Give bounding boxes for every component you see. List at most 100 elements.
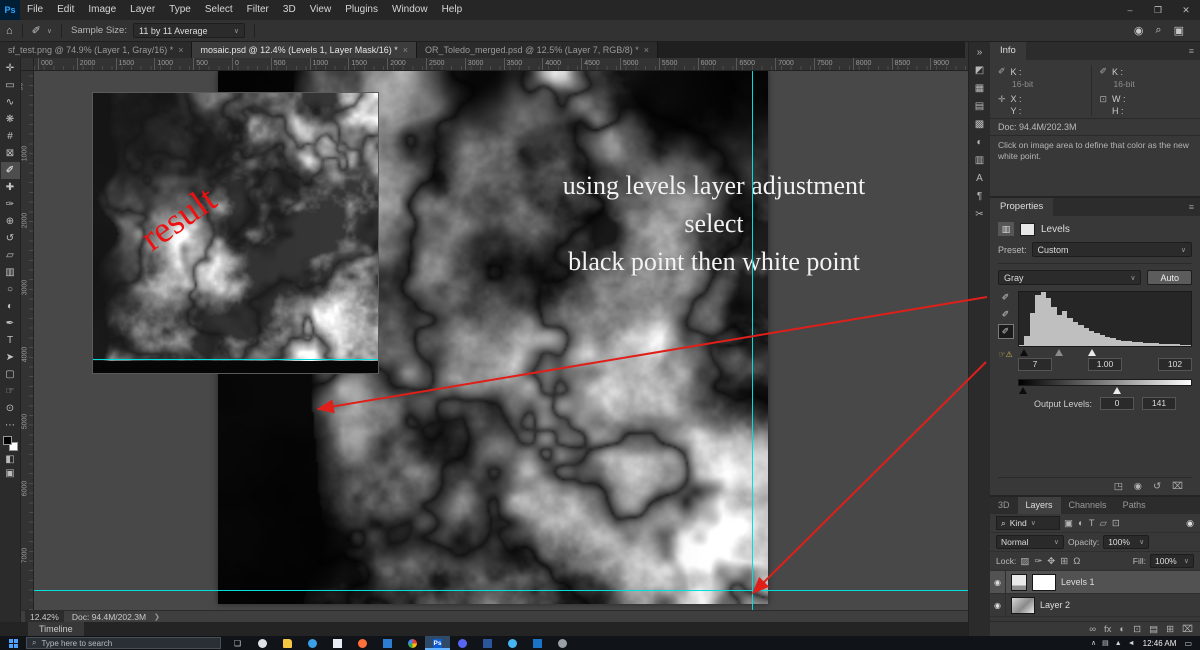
clone-source-panel-icon[interactable]: ✂ <box>975 209 983 220</box>
tab-close-icon[interactable]: × <box>644 45 649 55</box>
zoom-tool[interactable]: ⊙ <box>1 400 20 417</box>
white-point-eyedropper[interactable]: ✐ <box>997 324 1014 339</box>
reset-icon[interactable]: ↺ <box>1153 481 1161 492</box>
edit-toolbar-icon[interactable]: ⋯ <box>1 420 20 431</box>
start-button[interactable] <box>0 636 26 650</box>
app-icon-3[interactable] <box>325 636 350 650</box>
share-icon[interactable]: ◉ <box>1134 24 1144 37</box>
layer-mask-icon[interactable]: ⊡ <box>1133 624 1141 635</box>
quick-selection-tool[interactable]: ❋ <box>1 111 20 128</box>
menu-view[interactable]: View <box>303 4 339 15</box>
input-white-value[interactable]: 102 <box>1158 358 1192 371</box>
app-icon-2[interactable] <box>300 636 325 650</box>
screen-mode-icon[interactable]: ▣ <box>1 468 20 479</box>
brush-tool[interactable]: ✑ <box>1 196 20 213</box>
libraries-panel-icon[interactable]: ▥ <box>975 155 984 166</box>
tray-volume-icon[interactable]: ◄ <box>1128 640 1135 647</box>
app-icon-8[interactable] <box>525 636 550 650</box>
photoshop-icon[interactable]: Ps <box>425 636 450 650</box>
input-black-value[interactable]: 7 <box>1018 358 1052 371</box>
blend-mode-select[interactable]: Normal ∨ <box>996 535 1064 549</box>
chevron-down-icon[interactable]: ∨ <box>47 27 52 35</box>
color-swatches[interactable] <box>2 436 18 451</box>
lock-transparency-icon[interactable]: ▨ <box>1020 556 1029 567</box>
tray-network-icon[interactable]: ▲ <box>1115 640 1122 647</box>
tab-close-icon[interactable]: × <box>403 45 408 55</box>
bit-depth-label[interactable]: 16-bit <box>1012 79 1091 89</box>
firefox-icon[interactable] <box>350 636 375 650</box>
shape-tool[interactable]: ▢ <box>1 366 20 383</box>
document-tab[interactable]: mosaic.psd @ 12.4% (Levels 1, Layer Mask… <box>192 42 417 58</box>
vertical-guide[interactable] <box>752 71 753 610</box>
menu-window[interactable]: Window <box>385 4 435 15</box>
visibility-icon[interactable]: ◉ <box>1134 481 1142 492</box>
healing-brush-tool[interactable]: ✚ <box>1 179 20 196</box>
frame-tool[interactable]: ⊠ <box>1 145 20 162</box>
gradient-tool[interactable]: ▥ <box>1 264 20 281</box>
preset-select[interactable]: Custom ∨ <box>1031 242 1192 257</box>
layer-mask-thumbnail[interactable] <box>1032 573 1056 591</box>
menu-layer[interactable]: Layer <box>123 4 162 15</box>
workspace-icon[interactable]: ▣ <box>1174 24 1184 37</box>
app-icon-5[interactable] <box>450 636 475 650</box>
adjustment-thumbnail[interactable] <box>1011 573 1027 591</box>
layer-name[interactable]: Layer 2 <box>1040 600 1070 610</box>
visibility-eye-icon[interactable]: ◉ <box>990 571 1006 593</box>
layer-row-layer-2[interactable]: ◉ Layer 2 <box>990 594 1200 617</box>
color-panel-icon[interactable]: ◩ <box>975 65 984 76</box>
menu-image[interactable]: Image <box>81 4 123 15</box>
horizontal-guide[interactable] <box>34 590 968 591</box>
move-tool[interactable]: ✛ <box>1 60 20 77</box>
layer-group-icon[interactable]: ▤ <box>1149 624 1158 635</box>
chrome-icon[interactable] <box>400 636 425 650</box>
notification-center-icon[interactable]: ▭ <box>1184 639 1192 648</box>
path-select-tool[interactable]: ➤ <box>1 349 20 366</box>
document-tab[interactable]: sf_test.png @ 74.9% (Layer 1, Gray/16) *… <box>0 42 193 58</box>
black-point-eyedropper[interactable]: ✐ <box>999 291 1013 304</box>
delete-layer-icon[interactable]: ⌧ <box>1182 624 1193 635</box>
pen-tool[interactable]: ✒ <box>1 315 20 332</box>
type-tool[interactable]: T <box>1 332 20 349</box>
pixel-layer-filter-icon[interactable]: ▣ <box>1064 518 1073 529</box>
layer-effects-icon[interactable]: fx <box>1104 624 1111 635</box>
input-gamma-slider[interactable] <box>1055 349 1064 356</box>
layer-thumbnail[interactable] <box>1011 596 1035 614</box>
tab-info[interactable]: Info <box>990 42 1026 60</box>
sample-size-select[interactable]: 11 by 11 Average ∨ <box>132 23 245 38</box>
character-panel-icon[interactable]: A <box>976 173 983 184</box>
blur-tool[interactable]: ○ <box>1 281 20 298</box>
opacity-select[interactable]: 100% ∨ <box>1103 535 1150 549</box>
input-white-slider[interactable] <box>1088 349 1097 356</box>
auto-button[interactable]: Auto <box>1147 270 1192 285</box>
adjustments-panel-icon[interactable]: ◐ <box>976 137 982 148</box>
horizontal-ruler[interactable]: 000 2000 1500 1000 500 0 500 1000 1500 2000 2500 30… <box>34 58 968 71</box>
menu-edit[interactable]: Edit <box>50 4 81 15</box>
adjustment-layer-filter-icon[interactable]: ◐ <box>1078 518 1084 529</box>
minimize-button[interactable]: – <box>1116 0 1144 20</box>
lock-pixels-icon[interactable]: ✑ <box>1034 556 1042 567</box>
tab-properties[interactable]: Properties <box>990 198 1054 216</box>
menu-help[interactable]: Help <box>435 4 470 15</box>
lock-artboard-icon[interactable]: ⊞ <box>1060 556 1068 567</box>
swatches-panel-icon[interactable]: ▦ <box>975 83 984 94</box>
input-levels-slider[interactable] <box>1018 348 1192 357</box>
panel-tab-3d[interactable]: 3D <box>990 497 1018 514</box>
lock-position-icon[interactable]: ✥ <box>1047 556 1055 567</box>
menu-select[interactable]: Select <box>198 4 240 15</box>
panel-tab-channels[interactable]: Channels <box>1061 497 1115 514</box>
new-layer-icon[interactable]: ⊞ <box>1166 624 1174 635</box>
type-layer-filter-icon[interactable]: T <box>1089 518 1095 529</box>
clone-stamp-tool[interactable]: ⊕ <box>1 213 20 230</box>
channel-select[interactable]: Gray ∨ <box>998 270 1142 285</box>
menu-type[interactable]: Type <box>162 4 198 15</box>
task-view-button[interactable]: ❏ <box>225 636 250 650</box>
collapse-panels-icon[interactable]: » <box>977 47 983 58</box>
tray-chevron-icon[interactable]: ∧ <box>1091 639 1096 647</box>
taskbar-search[interactable]: ⌕ Type here to search <box>26 637 221 649</box>
shape-layer-filter-icon[interactable]: ▱ <box>1100 518 1107 529</box>
mask-thumbnail-icon[interactable] <box>1020 222 1035 236</box>
menu-file[interactable]: File <box>20 4 50 15</box>
layer-name[interactable]: Levels 1 <box>1061 577 1095 587</box>
inset-guide-line[interactable] <box>93 359 378 360</box>
panel-menu-icon[interactable]: ≡ <box>1189 202 1194 212</box>
